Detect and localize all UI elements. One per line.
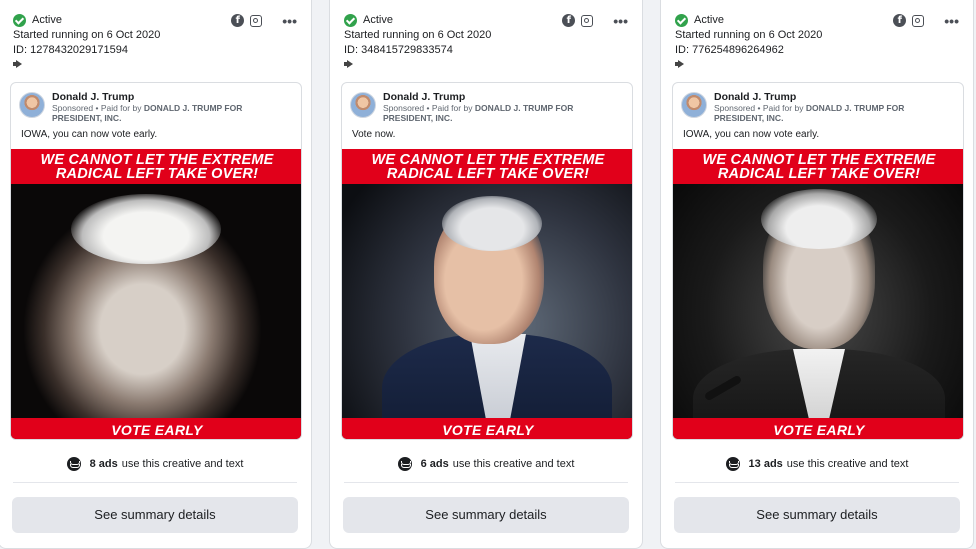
ad-preview: Donald J. Trump Sponsored • Paid for by …: [672, 82, 964, 440]
ad-card: Active Started running on 6 Oct 2020 ID:…: [0, 0, 312, 549]
advertiser-name[interactable]: Donald J. Trump: [52, 91, 134, 103]
headline-line-2: RADICAL LEFT TAKE OVER!: [55, 166, 259, 182]
ads-usage: 6 ads use this creative and text: [330, 457, 642, 471]
instagram-icon: [581, 14, 594, 27]
facebook-icon: f: [893, 14, 907, 27]
start-date: Started running on 6 Oct 2020: [675, 29, 823, 41]
check-circle-icon: [344, 13, 357, 27]
sponsored-prefix: Sponsored • Paid for by: [714, 103, 806, 113]
advertiser-name[interactable]: Donald J. Trump: [383, 91, 465, 103]
ad-caption: Vote now.: [352, 129, 396, 140]
ad-preview: Donald J. Trump Sponsored • Paid for by …: [341, 82, 633, 440]
headline-banner: WE CANNOT LET THE EXTREME RADICAL LEFT T…: [342, 149, 632, 184]
sponsored-disclaimer: Sponsored • Paid for by DONALD J. TRUMP …: [714, 103, 944, 123]
ads-usage: 13 ads use this creative and text: [661, 457, 973, 471]
sponsored-disclaimer: Sponsored • Paid for by DONALD J. TRUMP …: [52, 103, 282, 123]
vote-early-banner: VOTE EARLY: [342, 418, 632, 439]
start-date: Started running on 6 Oct 2020: [13, 29, 161, 41]
layers-icon: [397, 457, 412, 471]
ad-card-header: Active Started running on 6 Oct 2020 ID:…: [344, 12, 628, 72]
platform-icons: f •••: [562, 14, 628, 28]
divider: [13, 482, 297, 483]
headline-line-2: RADICAL LEFT TAKE OVER!: [386, 166, 590, 182]
instagram-icon: [912, 14, 925, 27]
ad-creative-image: WE CANNOT LET THE EXTREME RADICAL LEFT T…: [673, 149, 963, 439]
ad-caption: IOWA, you can now vote early.: [683, 129, 820, 140]
ad-id: ID: 348415729833574: [344, 44, 453, 56]
megaphone-icon: [13, 60, 23, 68]
ad-caption: IOWA, you can now vote early.: [21, 129, 158, 140]
status-label: Active: [694, 14, 724, 26]
ad-id: ID: 1278432029171594: [13, 44, 128, 56]
sponsored-prefix: Sponsored • Paid for by: [383, 103, 475, 113]
platform-icons: f •••: [893, 14, 959, 28]
vote-early-banner: VOTE EARLY: [11, 418, 301, 439]
portrait-photo: [673, 184, 963, 418]
headline-banner: WE CANNOT LET THE EXTREME RADICAL LEFT T…: [673, 149, 963, 184]
vote-early-banner: VOTE EARLY: [673, 418, 963, 439]
see-summary-details-button[interactable]: See summary details: [12, 497, 298, 533]
more-options-icon[interactable]: •••: [613, 14, 628, 28]
avatar[interactable]: [19, 92, 45, 118]
ad-id: ID: 776254896264962: [675, 44, 784, 56]
portrait-hair: [761, 189, 877, 249]
megaphone-icon: [675, 60, 685, 68]
headline-line-2: RADICAL LEFT TAKE OVER!: [717, 166, 921, 182]
ads-usage-text: use this creative and text: [786, 458, 909, 470]
ad-card-header: Active Started running on 6 Oct 2020 ID:…: [675, 12, 959, 72]
portrait-photo: [11, 184, 301, 418]
portrait-hair: [442, 196, 542, 251]
layers-icon: [725, 457, 740, 471]
check-circle-icon: [13, 13, 26, 27]
advertiser-name[interactable]: Donald J. Trump: [714, 91, 796, 103]
sponsored-prefix: Sponsored • Paid for by: [52, 103, 144, 113]
more-options-icon[interactable]: •••: [282, 14, 297, 28]
see-summary-details-button[interactable]: See summary details: [343, 497, 629, 533]
layers-icon: [66, 457, 81, 471]
ad-card: Active Started running on 6 Oct 2020 ID:…: [329, 0, 643, 549]
portrait-hair: [71, 194, 221, 264]
ad-card: Active Started running on 6 Oct 2020 ID:…: [660, 0, 974, 549]
ad-creative-image: WE CANNOT LET THE EXTREME RADICAL LEFT T…: [11, 149, 301, 439]
ads-count[interactable]: 13 ads: [749, 458, 783, 470]
advertiser-row: Donald J. Trump Sponsored • Paid for by …: [350, 91, 624, 125]
ads-usage-text: use this creative and text: [452, 458, 575, 470]
check-circle-icon: [675, 13, 688, 27]
ads-count[interactable]: 6 ads: [421, 458, 449, 470]
start-date: Started running on 6 Oct 2020: [344, 29, 492, 41]
facebook-icon: f: [562, 14, 576, 27]
ads-count[interactable]: 8 ads: [90, 458, 118, 470]
facebook-icon: f: [231, 14, 245, 27]
sponsored-disclaimer: Sponsored • Paid for by DONALD J. TRUMP …: [383, 103, 613, 123]
status-label: Active: [32, 14, 62, 26]
see-summary-details-button[interactable]: See summary details: [674, 497, 960, 533]
ad-card-header: Active Started running on 6 Oct 2020 ID:…: [13, 12, 297, 72]
ads-usage: 8 ads use this creative and text: [0, 457, 311, 471]
instagram-icon: [250, 14, 263, 27]
avatar[interactable]: [350, 92, 376, 118]
portrait-photo: [342, 184, 632, 418]
avatar[interactable]: [681, 92, 707, 118]
headline-banner: WE CANNOT LET THE EXTREME RADICAL LEFT T…: [11, 149, 301, 184]
ad-creative-image: WE CANNOT LET THE EXTREME RADICAL LEFT T…: [342, 149, 632, 439]
status-label: Active: [363, 14, 393, 26]
megaphone-icon: [344, 60, 354, 68]
ad-preview: Donald J. Trump Sponsored • Paid for by …: [10, 82, 302, 440]
advertiser-row: Donald J. Trump Sponsored • Paid for by …: [681, 91, 955, 125]
headline-line-1: WE CANNOT LET THE EXTREME: [371, 152, 605, 168]
platform-icons: f •••: [231, 14, 297, 28]
divider: [675, 482, 959, 483]
headline-line-1: WE CANNOT LET THE EXTREME: [702, 152, 936, 168]
ads-usage-text: use this creative and text: [121, 458, 244, 470]
divider: [344, 482, 628, 483]
headline-line-1: WE CANNOT LET THE EXTREME: [40, 152, 274, 168]
advertiser-row: Donald J. Trump Sponsored • Paid for by …: [19, 91, 293, 125]
more-options-icon[interactable]: •••: [944, 14, 959, 28]
